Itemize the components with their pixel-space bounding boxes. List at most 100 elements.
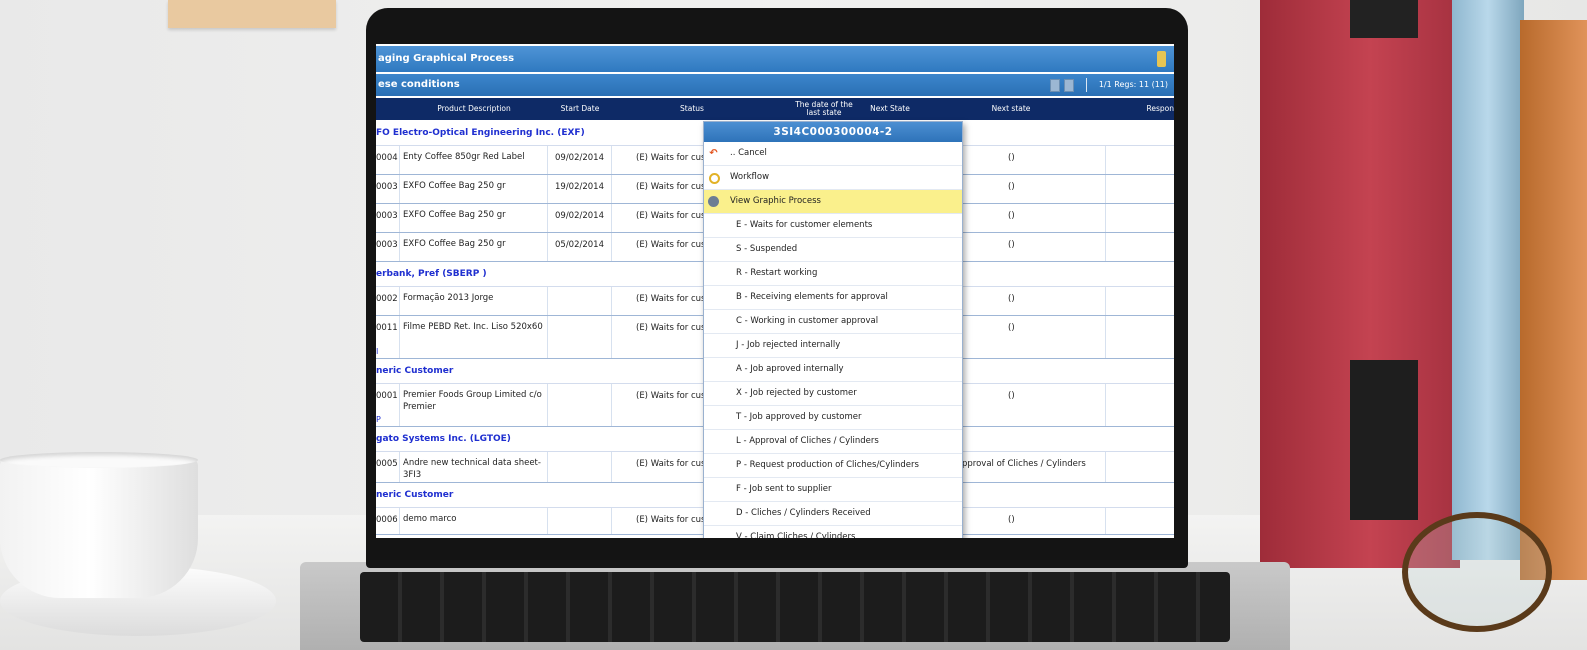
- workflow-icon: [709, 173, 720, 184]
- cell-next-state: (): [960, 175, 1106, 203]
- cell-responsible: [1106, 452, 1174, 482]
- context-menu: 3SI4C000300004-2 ↶ .. Cancel Workflow Vi…: [703, 121, 963, 538]
- cell-responsible: [1106, 175, 1174, 203]
- cell-start-date: 09/02/2014: [548, 146, 612, 174]
- cell-start-date: 19/02/2014: [548, 175, 612, 203]
- cell-code: 0002: [376, 287, 400, 315]
- cell-start-date: [548, 287, 612, 315]
- cell-next-state: pproval of Cliches / Cylinders: [960, 452, 1106, 482]
- cell-status: (E) Waits for cus: [612, 233, 704, 261]
- context-menu-title: 3SI4C000300004-2: [704, 122, 962, 142]
- cancel-icon: ↶: [709, 148, 718, 159]
- table-header: Product Description Start Date Status Th…: [376, 98, 1174, 120]
- menu-item-label: Workflow: [730, 172, 770, 182]
- row-tag: P: [376, 415, 381, 424]
- col-next-state-short[interactable]: Next State: [860, 98, 920, 120]
- cell-description: Premier Foods Group Limited c/o Premier: [400, 384, 548, 426]
- app-titlebar: aging Graphical Process: [376, 46, 1174, 72]
- menu-item-state-p[interactable]: P - Request production of Cliches/Cylind…: [704, 454, 962, 478]
- cell-code: 0003: [376, 175, 400, 203]
- prev-page-icon[interactable]: [1063, 78, 1074, 92]
- cell-status: (E) Waits for cus: [612, 452, 704, 482]
- menu-item-state-a[interactable]: A - Job aproved internally: [704, 358, 962, 382]
- cell-description: EXFO Coffee Bag 250 gr: [400, 204, 548, 232]
- menu-item-state-r[interactable]: R - Restart working: [704, 262, 962, 286]
- cell-responsible: [1106, 233, 1174, 261]
- coffee-cup: [0, 458, 198, 598]
- menu-item-label: View Graphic Process: [730, 196, 821, 206]
- row-tag: I: [376, 347, 379, 356]
- col-last-state-date[interactable]: The date of the last state: [792, 98, 856, 120]
- cell-code: 0004: [376, 146, 400, 174]
- filter-bar: ese conditions 1/1 Regs: 11 (11): [376, 74, 1174, 96]
- menu-item-state-c[interactable]: C - Working in customer approval: [704, 310, 962, 334]
- pager: 1/1 Regs: 11 (11): [1049, 74, 1168, 96]
- col-next-state[interactable]: Next state: [936, 98, 1086, 120]
- cell-status: (E) Waits for cus: [612, 204, 704, 232]
- laptop-keyboard: [360, 572, 1230, 642]
- col-product-description[interactable]: Product Description: [400, 98, 548, 120]
- menu-item-label: .. Cancel: [730, 148, 767, 158]
- cell-code: 0003: [376, 204, 400, 232]
- menu-item-state-s[interactable]: S - Suspended: [704, 238, 962, 262]
- laptop-screen: aging Graphical Process ese conditions 1…: [376, 44, 1174, 538]
- menu-item-workflow[interactable]: Workflow: [704, 166, 962, 190]
- menu-item-cancel[interactable]: ↶ .. Cancel: [704, 142, 962, 166]
- menu-item-state-t[interactable]: T - Job approved by customer: [704, 406, 962, 430]
- cell-responsible: [1106, 316, 1174, 358]
- cell-responsible: [1106, 508, 1174, 534]
- first-page-icon[interactable]: [1049, 78, 1060, 92]
- blue-book: [1452, 0, 1524, 560]
- menu-item-state-b[interactable]: B - Receiving elements for approval: [704, 286, 962, 310]
- col-start-date[interactable]: Start Date: [548, 98, 612, 120]
- cell-description: demo marco: [400, 508, 548, 534]
- cell-start-date: [548, 384, 612, 426]
- menu-item-state-x[interactable]: X - Job rejected by customer: [704, 382, 962, 406]
- cell-next-state: (): [960, 146, 1106, 174]
- menu-item-state-d[interactable]: D - Cliches / Cylinders Received: [704, 502, 962, 526]
- cell-code: 0003: [376, 233, 400, 261]
- cell-description: Enty Coffee 850gr Red Label: [400, 146, 548, 174]
- col-responsible[interactable]: Respon: [1128, 98, 1175, 120]
- cell-start-date: 09/02/2014: [548, 204, 612, 232]
- cell-description: Filme PEBD Ret. Inc. Liso 520x60: [400, 316, 548, 358]
- orange-book: [1520, 20, 1587, 580]
- cell-status: (E) Waits for cus: [612, 287, 704, 315]
- menu-item-state-j[interactable]: J - Job rejected internally: [704, 334, 962, 358]
- cell-next-state: (): [960, 233, 1106, 261]
- cell-status: (E) Waits for cus: [612, 146, 704, 174]
- menu-item-view-graphic-process[interactable]: View Graphic Process: [704, 190, 962, 214]
- menu-item-state-f[interactable]: F - Job sent to supplier: [704, 478, 962, 502]
- cell-next-state: (): [960, 508, 1106, 534]
- cell-start-date: [548, 508, 612, 534]
- cell-responsible: [1106, 146, 1174, 174]
- coffee-cup-rim: [0, 452, 198, 468]
- cell-start-date: 05/02/2014: [548, 233, 612, 261]
- filter-label: ese conditions: [378, 79, 460, 90]
- pager-text: 1/1 Regs: 11 (11): [1098, 80, 1168, 89]
- cell-code: 0005: [376, 452, 400, 482]
- cell-next-state: (): [960, 287, 1106, 315]
- cell-next-state: (): [960, 204, 1106, 232]
- menu-item-state-e[interactable]: E - Waits for customer elements: [704, 214, 962, 238]
- cell-description: Formação 2013 Jorge: [400, 287, 548, 315]
- cell-description: Andre new technical data sheet-3FI3: [400, 452, 548, 482]
- cell-description: EXFO Coffee Bag 250 gr: [400, 233, 548, 261]
- cell-code: 0006: [376, 508, 400, 534]
- cell-next-state: (): [960, 316, 1106, 358]
- cell-status: (E) Waits for cus: [612, 175, 704, 203]
- cell-responsible: [1106, 204, 1174, 232]
- col-status[interactable]: Status: [612, 98, 772, 120]
- cell-status: (E) Waits for cus: [612, 508, 704, 534]
- cell-status: (E) Waits for cus: [612, 384, 704, 426]
- cell-status: (E) Waits for cus: [612, 316, 704, 358]
- window-icon[interactable]: [1157, 51, 1166, 67]
- menu-item-state-v[interactable]: V - Claim Cliches / Cylinders: [704, 526, 962, 538]
- sticky-note: [168, 0, 336, 28]
- eyeglasses: [1402, 512, 1552, 632]
- app-title: aging Graphical Process: [378, 53, 515, 64]
- cell-next-state: (): [960, 384, 1106, 426]
- menu-item-state-l[interactable]: L - Approval of Cliches / Cylinders: [704, 430, 962, 454]
- cell-start-date: [548, 316, 612, 358]
- cell-responsible: [1106, 287, 1174, 315]
